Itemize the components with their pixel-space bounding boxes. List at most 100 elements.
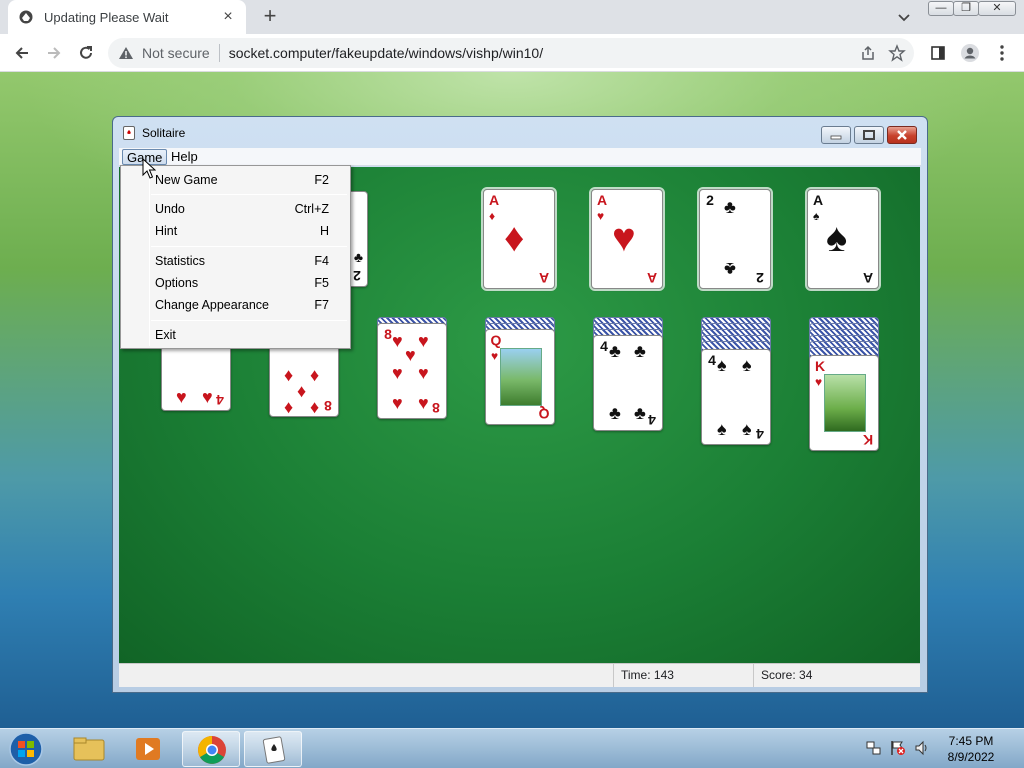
menu-help[interactable]: Help [167, 149, 202, 165]
side-panel-icon[interactable] [926, 42, 950, 64]
menu-item-label: New Game [155, 173, 218, 187]
browser-minimize-button[interactable]: — [928, 1, 954, 16]
tableau-card-col-5[interactable]: 4 ♣ ♣ ♣ ♣ 4 [593, 335, 663, 431]
tableau-card-col-3[interactable]: 8 ♥ ♥ ♥ ♥ ♥ ♥ ♥ 8 [377, 323, 447, 419]
tab-close-icon[interactable]: × [220, 9, 236, 25]
time-display: Time: 143 [613, 664, 753, 687]
foundation-pile-4[interactable]: A ♠ ♠ A [805, 187, 881, 291]
card-suit: ♥ [176, 387, 187, 407]
card-suit: ♠ [717, 419, 727, 439]
card-rank: 4 [648, 412, 656, 428]
card-suit: ♠ [742, 355, 752, 375]
new-tab-button[interactable]: + [258, 5, 282, 29]
card-suit: ♥ [597, 209, 605, 223]
menu-item-statistics[interactable]: Statistics F4 [155, 251, 345, 271]
taskbar-chrome-icon[interactable] [182, 731, 240, 767]
tab-search-chevron-icon[interactable] [894, 7, 914, 27]
profile-avatar-icon[interactable] [958, 42, 982, 64]
security-status-label[interactable]: Not secure [142, 45, 210, 61]
card-rank: Q [538, 406, 550, 422]
menu-item-change-appearance[interactable]: Change Appearance F7 [155, 295, 345, 315]
action-center-flag-icon[interactable] [890, 740, 906, 756]
card-center-suit: ♠ [826, 216, 848, 260]
url-text[interactable]: socket.computer/fakeupdate/windows/vishp… [229, 45, 543, 61]
browser-close-button[interactable]: ✕ [978, 1, 1016, 16]
card-suit: ♥ [392, 393, 403, 413]
card-suit: ♥ [418, 363, 429, 383]
foundation-pile-3[interactable]: 2 ♣ ♣ 2 [697, 187, 773, 291]
tableau-card-col-6[interactable]: 4 ♠ ♠ ♠ ♠ 4 [701, 349, 771, 445]
card-rank: K [862, 432, 874, 448]
score-display: Score: 34 [753, 664, 913, 687]
score-value: 34 [799, 668, 813, 682]
browser-restore-button[interactable]: ❐ [953, 1, 979, 16]
windows-taskbar: 7:45 PM 8/9/2022 [0, 728, 1024, 768]
bookmark-star-icon[interactable] [888, 44, 906, 62]
menu-item-undo[interactable]: Undo Ctrl+Z [155, 199, 345, 219]
window-title: Solitaire [142, 126, 186, 140]
volume-speaker-icon[interactable] [914, 740, 930, 756]
card-suit: ♣ [634, 341, 646, 361]
warning-triangle-icon[interactable] [118, 45, 134, 61]
taskbar-media-player-icon[interactable] [120, 731, 178, 767]
foundation-pile-2[interactable]: A ♥ ♥ A [589, 187, 665, 291]
score-label: Score: [761, 668, 796, 682]
browser-tab[interactable]: Updating Please Wait × [8, 0, 246, 34]
card-suit: ♣ [634, 403, 646, 423]
browser-tab-strip: Updating Please Wait × + — ❐ ✕ [0, 0, 1024, 34]
menu-item-shortcut: F7 [314, 298, 329, 312]
time-label: Time: [621, 668, 651, 682]
menu-item-label: Statistics [155, 254, 206, 268]
card-suit: ♥ [815, 375, 823, 389]
browser-menu-kebab-icon[interactable] [990, 42, 1014, 64]
menu-separator [151, 246, 347, 247]
menu-item-hint[interactable]: Hint H [155, 221, 345, 241]
menu-item-new-game[interactable]: New Game F2 [155, 170, 345, 190]
menu-item-shortcut: F4 [314, 254, 329, 268]
card-rank: 4 [216, 392, 224, 408]
window-close-button[interactable] [887, 126, 917, 144]
menu-item-shortcut: H [319, 224, 329, 238]
card-rank: A [812, 192, 824, 208]
tab-title: Updating Please Wait [44, 9, 169, 25]
game-menu-dropdown: New Game F2 Undo Ctrl+Z Hint H Statistic… [120, 165, 351, 349]
tableau-card-col-4[interactable]: Q ♥ Q [485, 329, 555, 425]
card-rank: A [596, 192, 608, 208]
menu-item-label: Change Appearance [155, 298, 269, 312]
card-suit: ♦ [284, 397, 294, 417]
address-bar[interactable]: Not secure socket.computer/fakeupdate/wi… [108, 38, 914, 68]
card-suit: ♥ [392, 363, 403, 383]
card-suit: ♥ [392, 331, 403, 351]
back-arrow-icon[interactable] [10, 42, 34, 64]
menu-item-exit[interactable]: Exit [155, 325, 345, 345]
solitaire-app-icon [123, 126, 136, 140]
window-maximize-button[interactable] [854, 126, 884, 144]
card-suit: ♦ [310, 365, 320, 385]
card-suit: ♦ [284, 365, 294, 385]
card-suit: ♥ [491, 349, 499, 363]
menu-item-shortcut: Ctrl+Z [294, 202, 329, 216]
forward-arrow-icon[interactable] [42, 42, 66, 64]
taskbar-solitaire-icon[interactable] [244, 731, 302, 767]
card-rank: A [488, 192, 500, 208]
network-icon[interactable] [866, 740, 882, 756]
card-rank: 2 [353, 268, 361, 284]
share-icon[interactable] [860, 45, 876, 61]
card-suit: ♠ [813, 209, 820, 223]
card-rank: Q [490, 332, 502, 348]
card-suit: ♦ [297, 381, 307, 401]
window-minimize-button[interactable] [821, 126, 851, 144]
card-rank: 4 [756, 426, 764, 442]
taskbar-file-explorer-icon[interactable] [60, 731, 118, 767]
taskbar-clock[interactable]: 7:45 PM 8/9/2022 [936, 733, 1006, 765]
reload-icon[interactable] [74, 42, 98, 64]
start-button[interactable] [6, 730, 46, 768]
status-bar: Time: 143 Score: 34 [119, 663, 920, 687]
card-rank: A [646, 270, 658, 286]
card-rank: K [814, 358, 826, 374]
menu-item-label: Options [155, 276, 199, 290]
menu-item-label: Exit [155, 328, 176, 342]
tableau-card-col-7[interactable]: K ♥ K [809, 355, 879, 451]
foundation-pile-1[interactable]: A ♦ ♦ A [481, 187, 557, 291]
menu-item-options[interactable]: Options F5 [155, 273, 345, 293]
